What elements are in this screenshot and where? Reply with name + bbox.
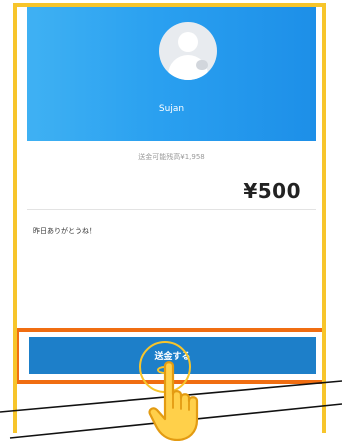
tutorial-screenshot: Sujan 送金可能残高¥1,958 ¥500 昨日ありがとうね！ 送金する — [0, 0, 342, 441]
profile-header: Sujan — [27, 7, 316, 141]
transfer-message[interactable]: 昨日ありがとうね！ — [33, 226, 96, 236]
divider — [27, 209, 316, 210]
user-name: Sujan — [158, 104, 185, 114]
send-button-highlight: 送金する — [17, 328, 322, 384]
available-balance: 送金可能残高¥1,958 — [138, 153, 205, 161]
send-button[interactable]: 送金する — [29, 337, 316, 374]
phone-screen: Sujan 送金可能残高¥1,958 ¥500 昨日ありがとうね！ 送金する — [13, 3, 326, 433]
transfer-amount[interactable]: ¥500 — [243, 179, 301, 203]
user-avatar-icon — [159, 22, 217, 80]
